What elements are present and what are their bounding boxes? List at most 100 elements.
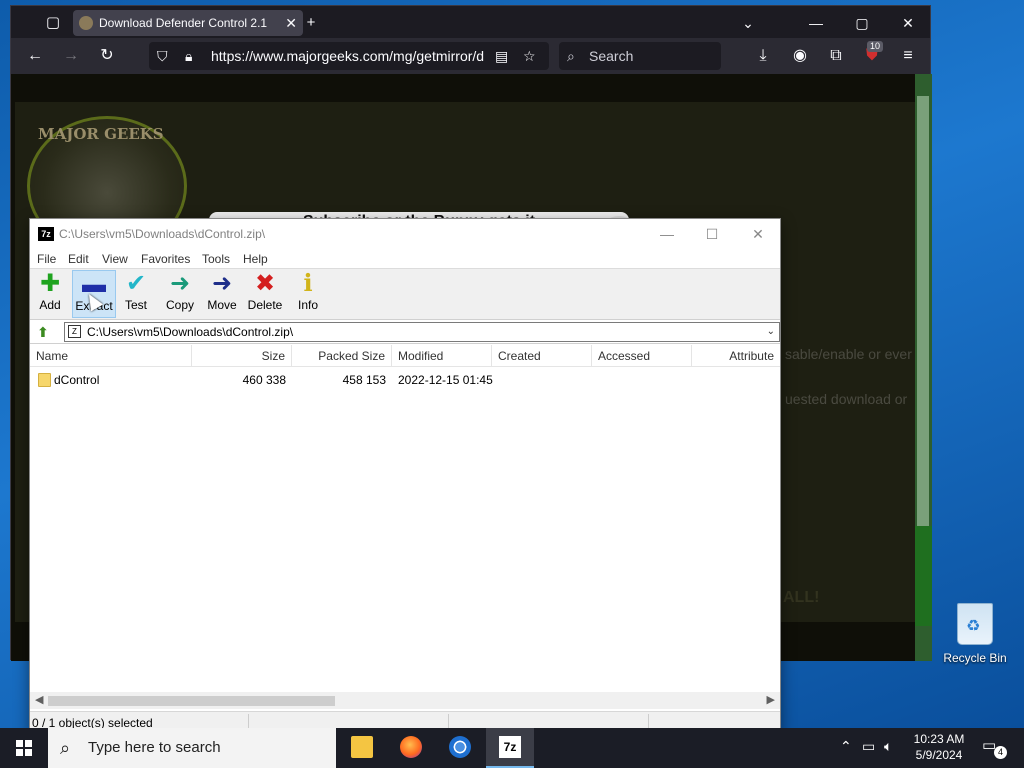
menu-view[interactable]: View [102, 252, 128, 266]
page-side-banner [915, 526, 932, 626]
minimize-icon[interactable]: — [652, 225, 682, 243]
file-list-header: Name Size Packed Size Modified Created A… [30, 345, 780, 367]
browser-tab[interactable]: Download Defender Control 2.1 ✕ [73, 10, 303, 36]
menu-icon[interactable]: ≡ [898, 46, 918, 66]
recycle-bin[interactable]: ♻ Recycle Bin [940, 603, 1010, 665]
browser-tab-bar: ▢ Download Defender Control 2.1 ✕ + ⌄ — … [11, 6, 930, 38]
sevenzip-app-icon: 7z [38, 227, 54, 241]
check-icon: ✔ [125, 270, 147, 297]
browser-search-placeholder: Search [589, 48, 634, 64]
background-text: uested download or [785, 391, 908, 407]
maximize-icon[interactable]: ☐ [697, 225, 727, 243]
forward-icon[interactable]: → [61, 46, 81, 66]
taskbar-clock[interactable]: 10:23 AM 5/9/2024 [900, 731, 978, 763]
move-button[interactable]: ➜ Move [200, 270, 244, 318]
menu-help[interactable]: Help [243, 252, 268, 266]
column-attributes[interactable]: Attribute [692, 345, 780, 367]
sevenzip-icon: 7z [499, 736, 521, 758]
sevenzip-title-bar: 7z C:\Users\vm5\Downloads\dControl.zip\ … [30, 219, 780, 249]
browser-nav-bar: ← → ↻ ⛉ 🔒︎ https://www.majorgeeks.com/mg… [11, 38, 930, 74]
copy-label: Copy [165, 298, 194, 312]
archive-icon: Z [68, 325, 81, 338]
scroll-left-icon[interactable]: ◀ [35, 693, 43, 706]
file-name: dControl [54, 373, 100, 387]
arrow-right-icon: ➜ [211, 270, 233, 297]
firefox-icon [400, 736, 422, 758]
minimize-icon[interactable]: — [801, 12, 831, 34]
taskbar-chrome[interactable] [436, 728, 484, 768]
downloads-icon[interactable]: ⤓ [753, 46, 773, 66]
file-size: 460 338 [242, 373, 286, 387]
horizontal-scrollbar[interactable]: ◀ ▶ [30, 692, 780, 709]
start-button[interactable] [0, 728, 48, 768]
column-accessed[interactable]: Accessed [592, 345, 692, 367]
taskbar-file-explorer[interactable] [338, 728, 386, 768]
file-modified: 2022-12-15 01:45 [398, 373, 493, 387]
extensions-icon[interactable]: ⧉ [826, 46, 846, 66]
tab-manager-icon[interactable]: ▢ [41, 12, 65, 34]
url-bar[interactable]: ⛉ 🔒︎ https://www.majorgeeks.com/mg/getmi… [149, 42, 549, 70]
clock-date: 5/9/2024 [915, 748, 963, 762]
lock-icon[interactable]: 🔒︎ [185, 42, 192, 70]
shield-icon[interactable]: ⛉ [157, 42, 168, 70]
taskbar-firefox[interactable] [387, 728, 435, 768]
address-field[interactable]: Z C:\Users\vm5\Downloads\dControl.zip\ ⌄ [64, 322, 780, 342]
page-scrollbar-thumb[interactable] [917, 96, 929, 526]
bookmark-star-icon[interactable]: ☆ [523, 42, 536, 70]
menu-edit[interactable]: Edit [68, 252, 89, 266]
sevenzip-window: 7z C:\Users\vm5\Downloads\dControl.zip\ … [29, 218, 781, 734]
column-packed-size[interactable]: Packed Size [292, 345, 392, 367]
info-icon: ℹ [303, 270, 313, 297]
tab-close-icon[interactable]: ✕ [285, 10, 297, 36]
menu-tools[interactable]: Tools [202, 252, 230, 266]
delete-button[interactable]: ✖ Delete [243, 270, 287, 318]
scroll-right-icon[interactable]: ▶ [767, 693, 775, 706]
close-icon[interactable]: ✕ [743, 225, 773, 243]
volume-muted-icon[interactable]: 🔈︎ [884, 738, 892, 755]
taskbar: ⌕ Type here to search 7z ⌃ ▭ 🔈︎ 10:23 AM… [0, 728, 1024, 768]
list-tabs-chevron-icon[interactable]: ⌄ [733, 12, 763, 34]
sevenzip-toolbar: ✚ Add ▬ Extract ✔ Test ➜ Copy ➜ Move ✖ D… [30, 269, 780, 320]
browser-search-box[interactable]: ⌕ Search [559, 42, 721, 70]
network-icon[interactable]: ▭ [862, 738, 875, 755]
account-icon[interactable]: ◉ [790, 46, 810, 66]
tab-title: Download Defender Control 2.1 [99, 16, 268, 30]
chevron-up-icon[interactable]: ⌃ [840, 738, 852, 755]
chevron-down-icon[interactable]: ⌄ [767, 323, 775, 341]
url-text: https://www.majorgeeks.com/mg/getmirror/… [211, 48, 485, 64]
address-text: C:\Users\vm5\Downloads\dControl.zip\ [87, 325, 294, 339]
add-button[interactable]: ✚ Add [28, 270, 72, 318]
add-label: Add [39, 298, 61, 312]
column-created[interactable]: Created [492, 345, 592, 367]
column-name[interactable]: Name [30, 345, 192, 367]
windows-logo-icon [16, 740, 32, 756]
x-icon: ✖ [254, 270, 276, 297]
sevenzip-menu-bar: File Edit View Favorites Tools Help [30, 249, 780, 269]
notification-count: 4 [994, 746, 1007, 759]
info-button[interactable]: ℹ Info [286, 270, 330, 318]
test-button[interactable]: ✔ Test [114, 270, 158, 318]
notification-center-icon[interactable]: ▭ 4 [982, 736, 1007, 759]
reader-view-icon[interactable]: ▤ [495, 42, 508, 70]
taskbar-7zip[interactable]: 7z [486, 728, 534, 768]
up-folder-icon[interactable]: ⬆ [35, 324, 51, 340]
menu-file[interactable]: File [37, 252, 56, 266]
recycle-bin-label: Recycle Bin [943, 651, 1007, 665]
scrollbar-thumb[interactable] [48, 696, 335, 706]
reload-icon[interactable]: ↻ [97, 46, 117, 66]
file-explorer-icon [351, 736, 373, 758]
copy-button[interactable]: ➜ Copy [158, 270, 202, 318]
taskbar-search[interactable]: ⌕ Type here to search [48, 728, 336, 768]
recycle-bin-icon: ♻ [957, 603, 993, 645]
column-modified[interactable]: Modified [392, 345, 492, 367]
back-icon[interactable]: ← [25, 46, 45, 66]
new-tab-icon[interactable]: + [299, 12, 323, 34]
search-icon: ⌕ [60, 738, 71, 758]
menu-favorites[interactable]: Favorites [141, 252, 190, 266]
taskbar-search-placeholder: Type here to search [88, 739, 221, 756]
close-icon[interactable]: ✕ [893, 12, 923, 34]
column-size[interactable]: Size [192, 345, 292, 367]
delete-label: Delete [247, 298, 283, 312]
file-row[interactable]: dControl 460 338 458 153 2022-12-15 01:4… [30, 369, 780, 391]
maximize-icon[interactable]: ▢ [847, 12, 877, 34]
